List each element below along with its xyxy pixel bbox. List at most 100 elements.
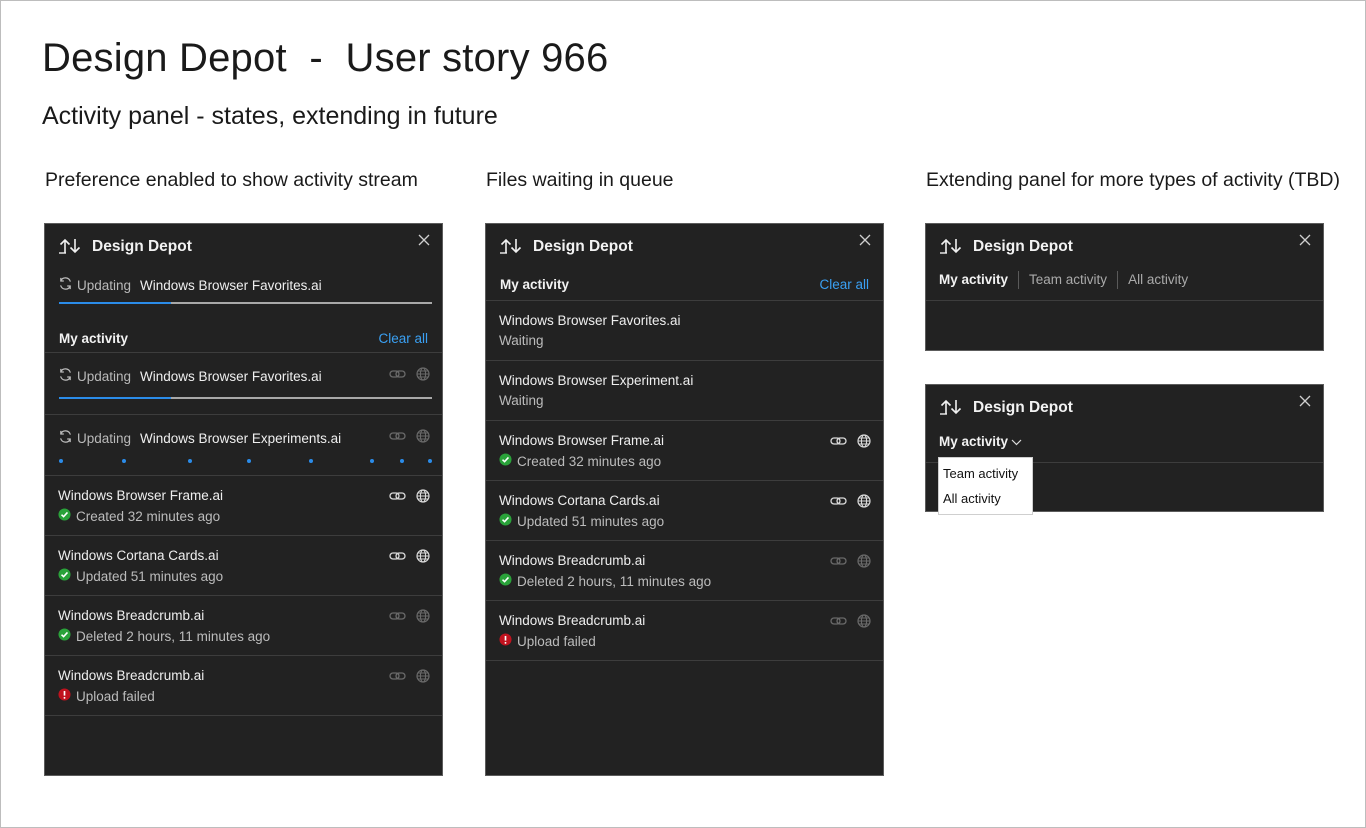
refresh-icon — [58, 429, 73, 447]
file-name: Windows Breadcrumb.ai — [58, 608, 205, 623]
link-icon[interactable] — [389, 368, 406, 380]
panel-header: Design Depot — [58, 236, 192, 258]
globe-icon[interactable] — [416, 609, 430, 623]
top-update-row: Updating Windows Browser Favorites.ai — [58, 276, 322, 294]
link-icon[interactable] — [389, 430, 406, 442]
row-actions — [389, 367, 430, 381]
row-actions — [830, 554, 871, 568]
sync-arrows-icon — [58, 237, 82, 258]
check-circle-icon — [58, 568, 71, 584]
sync-arrows-icon — [939, 237, 963, 258]
close-icon[interactable] — [1298, 233, 1312, 247]
file-name: Windows Browser Frame.ai — [58, 488, 224, 503]
link-icon[interactable] — [389, 550, 406, 562]
file-name: Windows Breadcrumb.ai — [58, 668, 205, 683]
activity-panel-tabs: Design Depot My activity Team activity A… — [925, 223, 1324, 351]
activity-status-text: Updated 51 minutes ago — [76, 568, 224, 584]
list-item[interactable]: Windows Browser Frame.ai Created 32 minut… — [486, 421, 883, 481]
tab-team-activity[interactable]: Team activity — [1018, 271, 1117, 289]
list-item[interactable]: Windows Browser Favorites.ai Waiting — [486, 301, 883, 361]
dropdown-selected-value: My activity — [939, 434, 1009, 449]
close-icon[interactable] — [858, 233, 872, 247]
update-status: Updating — [77, 277, 132, 293]
clear-all-link[interactable]: Clear all — [819, 277, 869, 292]
link-icon[interactable] — [830, 615, 847, 627]
activity-meta: Created 32 minutes ago — [499, 453, 661, 469]
update-status: Updating — [77, 430, 132, 446]
activity-meta: Waiting — [499, 393, 544, 408]
list-item[interactable]: Windows Breadcrumb.ai Upload failed — [45, 656, 442, 716]
activity-panel-stream: Design Depot Updating Windows Browser Fa… — [44, 223, 443, 776]
link-icon[interactable] — [830, 495, 847, 507]
column-caption-queue: Files waiting in queue — [486, 169, 674, 191]
progress-fill — [59, 397, 171, 399]
update-progress-bar — [59, 397, 432, 399]
close-icon[interactable] — [1298, 394, 1312, 408]
list-item[interactable]: Windows Cortana Cards.ai Updated 51 minut… — [45, 536, 442, 596]
list-item[interactable]: Windows Browser Frame.ai Created 32 minut… — [45, 476, 442, 536]
globe-icon[interactable] — [416, 429, 430, 443]
dropdown-option-all-activity[interactable]: All activity — [939, 486, 1032, 511]
dropdown-option-team-activity[interactable]: Team activity — [939, 461, 1032, 486]
update-file-name: Windows Browser Favorites.ai — [140, 277, 322, 293]
updating-row: Updating Windows Browser Experiments.ai — [58, 429, 341, 447]
activity-status-text: Waiting — [499, 393, 544, 408]
activity-meta: Upload failed — [499, 633, 596, 649]
check-circle-icon — [58, 628, 71, 644]
row-actions — [830, 494, 871, 508]
row-actions — [830, 434, 871, 448]
indeterminate-progress — [59, 459, 433, 463]
link-icon[interactable] — [389, 490, 406, 502]
row-actions — [389, 489, 430, 503]
activity-panel-dropdown: Design Depot My activity Team activity A… — [925, 384, 1324, 515]
refresh-icon — [58, 276, 73, 294]
file-name: Windows Breadcrumb.ai — [499, 613, 646, 628]
tab-all-activity[interactable]: All activity — [1117, 271, 1198, 289]
update-status: Updating — [77, 368, 132, 384]
divider — [45, 352, 442, 353]
globe-icon[interactable] — [416, 669, 430, 683]
top-update-progress-bar — [59, 302, 432, 304]
activity-meta: Updated 51 minutes ago — [58, 568, 223, 584]
globe-icon[interactable] — [857, 554, 871, 568]
row-actions — [389, 429, 430, 443]
file-name: Windows Breadcrumb.ai — [499, 553, 646, 568]
clear-all-link[interactable]: Clear all — [378, 331, 428, 346]
sync-arrows-icon — [939, 398, 963, 419]
section-label: My activity — [500, 276, 570, 292]
link-icon[interactable] — [830, 555, 847, 567]
globe-icon[interactable] — [416, 367, 430, 381]
activity-meta: Deleted 2 hours, 11 minutes ago — [499, 573, 711, 589]
list-item[interactable]: Windows Browser Experiment.ai Waiting — [486, 361, 883, 421]
activity-tabs: My activity Team activity All activity — [939, 271, 1198, 289]
error-circle-icon — [58, 688, 71, 704]
globe-icon[interactable] — [857, 434, 871, 448]
globe-icon[interactable] — [857, 494, 871, 508]
activity-filter-dropdown[interactable]: My activity — [939, 434, 1022, 449]
list-item[interactable]: Windows Breadcrumb.ai Deleted 2 hours, 11… — [45, 596, 442, 656]
link-icon[interactable] — [389, 610, 406, 622]
activity-meta: Upload failed — [58, 688, 155, 704]
panel-app-name: Design Depot — [92, 238, 192, 255]
file-name: Windows Browser Experiment.ai — [499, 373, 694, 388]
globe-icon[interactable] — [416, 549, 430, 563]
globe-icon[interactable] — [416, 489, 430, 503]
panel-header: Design Depot — [939, 236, 1073, 258]
file-name: Windows Cortana Cards.ai — [499, 493, 660, 508]
error-circle-icon — [499, 633, 512, 649]
link-icon[interactable] — [830, 435, 847, 447]
close-icon[interactable] — [417, 233, 431, 247]
activity-status-text: Updated 51 minutes ago — [517, 513, 665, 529]
activity-status-text: Deleted 2 hours, 11 minutes ago — [517, 573, 712, 589]
globe-icon[interactable] — [857, 614, 871, 628]
link-icon[interactable] — [389, 670, 406, 682]
list-item[interactable]: Windows Breadcrumb.ai Upload failed — [486, 601, 883, 661]
check-circle-icon — [499, 453, 512, 469]
activity-status-text: Deleted 2 hours, 11 minutes ago — [76, 628, 271, 644]
list-item[interactable]: Windows Breadcrumb.ai Deleted 2 hours, 11… — [486, 541, 883, 601]
column-caption-stream: Preference enabled to show activity stre… — [45, 169, 418, 191]
divider — [926, 300, 1323, 301]
list-item[interactable]: Windows Cortana Cards.ai Updated 51 minut… — [486, 481, 883, 541]
tab-my-activity[interactable]: My activity — [939, 271, 1018, 289]
section-label: My activity — [59, 330, 129, 346]
